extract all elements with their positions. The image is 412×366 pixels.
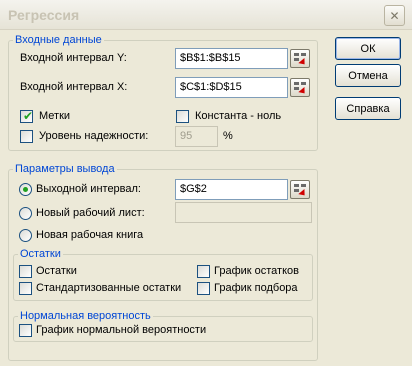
ok-button[interactable]: ОК	[335, 37, 401, 60]
residuals-legend: Остатки	[18, 248, 63, 260]
residual-plots-checkbox[interactable]	[197, 265, 210, 278]
close-button[interactable]: ✕	[384, 5, 405, 26]
output-options-legend: Параметры вывода	[13, 163, 117, 175]
labels-label: Метки	[39, 110, 71, 122]
normal-probability-legend: Нормальная вероятность	[18, 310, 153, 322]
line-fit-plots-label: График подбора	[214, 282, 298, 294]
confidence-level-input[interactable]: 95	[175, 126, 218, 147]
confidence-level-label: Уровень надежности:	[39, 130, 149, 142]
x-range-picker-button[interactable]	[290, 78, 310, 97]
new-worksheet-input[interactable]	[175, 202, 312, 223]
y-range-input[interactable]: $B$1:$B$15	[175, 48, 288, 69]
cancel-button[interactable]: Отмена	[335, 64, 401, 87]
regression-dialog: Регрессия ✕ Входные данные Входной интер…	[0, 0, 412, 366]
title-bar: Регрессия ✕	[0, 0, 412, 30]
labels-checkbox[interactable]: ✔	[20, 109, 34, 123]
residuals-label: Остатки	[36, 265, 77, 277]
y-range-label: Входной интервал Y:	[20, 52, 127, 64]
constant-zero-checkbox[interactable]	[176, 110, 189, 123]
output-range-label: Выходной интервал:	[36, 183, 141, 195]
constant-zero-label: Константа - ноль	[195, 110, 282, 122]
x-range-label: Входной интервал X:	[20, 81, 128, 93]
dialog-title: Регрессия	[8, 7, 80, 23]
x-range-input[interactable]: $C$1:$D$15	[175, 77, 288, 98]
normal-probability-plot-checkbox[interactable]	[19, 324, 32, 337]
y-range-picker-button[interactable]	[290, 49, 310, 68]
new-workbook-label: Новая рабочая книга	[36, 229, 144, 241]
residuals-checkbox[interactable]	[19, 265, 32, 278]
new-worksheet-label: Новый рабочий лист:	[36, 207, 145, 219]
new-worksheet-radio[interactable]	[19, 207, 32, 220]
help-button[interactable]: Справка	[335, 97, 401, 120]
close-icon: ✕	[389, 8, 400, 23]
output-range-input[interactable]: $G$2	[175, 179, 288, 200]
confidence-level-checkbox[interactable]	[20, 130, 33, 143]
radio-selected-icon	[23, 187, 28, 192]
percent-sign: %	[223, 130, 233, 142]
output-range-picker-button[interactable]	[290, 180, 310, 199]
input-data-legend: Входные данные	[13, 34, 104, 46]
line-fit-plots-checkbox[interactable]	[197, 282, 210, 295]
checkmark-icon: ✔	[23, 109, 34, 123]
new-workbook-radio[interactable]	[19, 229, 32, 242]
output-range-radio[interactable]	[19, 183, 32, 196]
standardized-residuals-checkbox[interactable]	[19, 282, 32, 295]
residual-plots-label: График остатков	[214, 265, 299, 277]
standardized-residuals-label: Стандартизованные остатки	[36, 282, 182, 294]
normal-probability-plot-label: График нормальной вероятности	[36, 324, 207, 336]
